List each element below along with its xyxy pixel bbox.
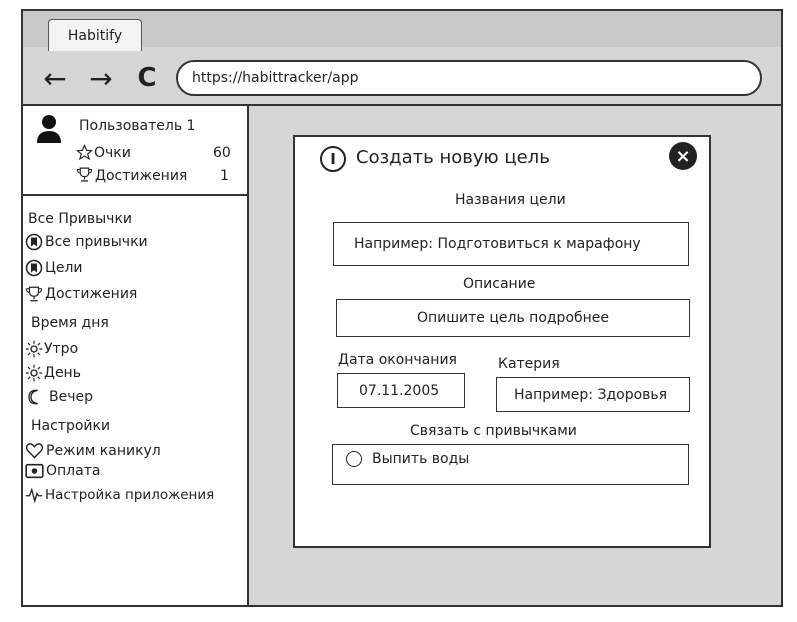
radio-button[interactable] [346, 451, 362, 467]
browser-tab[interactable]: Habitify [48, 19, 142, 51]
category-placeholder: Например: Здоровья [514, 386, 668, 403]
user-name: Пользователь 1 [79, 118, 196, 134]
profile-divider [23, 194, 249, 196]
activity-icon [25, 487, 43, 503]
end-date-value: 07.11.2005 [359, 382, 440, 399]
sidebar-item-achievements[interactable]: Достижения [25, 285, 137, 303]
category-label: Катерия [498, 356, 560, 372]
sidebar-item-label: Все привычки [45, 234, 148, 250]
goal-name-placeholder: Например: Подготовиться к марафону [354, 236, 641, 252]
description-label: Описание [463, 276, 536, 292]
category-input[interactable]: Например: Здоровья [496, 377, 690, 412]
section-time-of-day: Время дня [31, 315, 109, 331]
sidebar-item-label: Настройка приложения [45, 487, 215, 503]
trophy-icon [76, 167, 93, 182]
user-avatar-icon [37, 115, 61, 143]
sidebar-item-label: Достижения [45, 286, 138, 302]
moon-icon [28, 389, 38, 405]
forward-arrow-icon[interactable]: → [84, 58, 118, 98]
bookmark-circle-icon [25, 259, 43, 277]
section-settings: Настройки [31, 418, 111, 434]
trophy-icon [25, 286, 43, 302]
sun-icon [25, 340, 43, 358]
description-input[interactable]: Опишите цель подробнее [336, 299, 690, 337]
goal-name-input[interactable]: Например: Подготовиться к марафону [333, 222, 689, 266]
goal-name-label: Названия цели [455, 192, 566, 208]
sun-icon [25, 364, 43, 382]
sidebar-item-goals[interactable]: Цели [25, 259, 83, 277]
sidebar-item-evening[interactable]: Вечер [27, 388, 93, 406]
sidebar-item-payment[interactable]: Оплата [25, 463, 100, 479]
sidebar-item-day[interactable]: День [25, 364, 81, 382]
sidebar-item-label: День [44, 365, 81, 381]
sidebar-item-label: Утро [44, 341, 79, 357]
section-all-habits: Все Привычки [28, 211, 133, 227]
heart-icon [25, 443, 44, 459]
achievements-value: 1 [220, 168, 229, 184]
sidebar-item-label: Оплата [46, 463, 101, 479]
link-habits-label: Связать с привычками [410, 423, 577, 439]
sidebar-item-morning[interactable]: Утро [25, 340, 78, 358]
points-label: Очки [94, 145, 131, 161]
sidebar-item-all-habits[interactable]: Все привычки [25, 233, 148, 251]
sidebar-item-label: Вечер [49, 389, 93, 405]
address-text: https://habittracker/app [192, 70, 359, 86]
info-icon: I [320, 146, 346, 172]
habit-option-label: Выпить воды [372, 451, 470, 467]
modal-title: Создать новую цель [356, 147, 550, 168]
achievements-label: Достижения [95, 168, 188, 184]
back-arrow-icon[interactable]: ← [38, 58, 72, 98]
sidebar-item-app-settings[interactable]: Настройка приложения [25, 487, 214, 503]
sidebar-item-label: Режим каникул [46, 442, 161, 459]
reload-icon[interactable]: C [130, 58, 164, 98]
bookmark-circle-icon [25, 233, 43, 251]
sidebar-item-vacation[interactable]: Режим каникул [25, 442, 161, 459]
points-value: 60 [213, 145, 231, 161]
habits-list: Выпить воды [332, 444, 689, 485]
sidebar-item-label: Цели [45, 260, 83, 276]
cash-icon [25, 463, 44, 479]
star-icon [76, 144, 93, 161]
end-date-label: Дата окончания [338, 352, 457, 368]
close-icon[interactable]: × [669, 142, 697, 170]
end-date-input[interactable]: 07.11.2005 [337, 373, 465, 408]
description-placeholder: Опишите цель подробнее [416, 310, 610, 326]
address-bar[interactable]: https://habittracker/app [176, 60, 762, 96]
habit-option[interactable]: Выпить воды [346, 451, 469, 467]
